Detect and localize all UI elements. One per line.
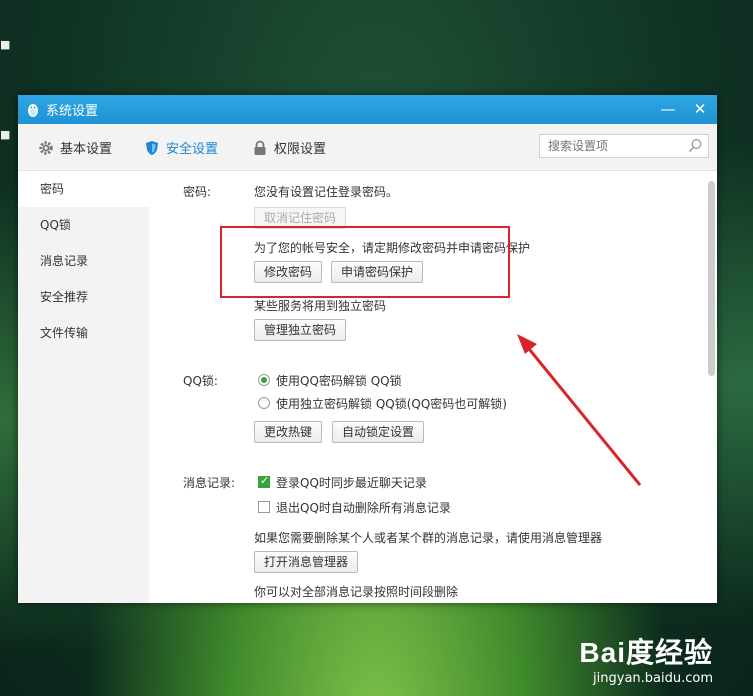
auto-delete-history-checkbox[interactable]	[258, 501, 270, 513]
auto-delete-history-label[interactable]: 退出QQ时自动删除所有消息记录	[276, 499, 451, 516]
settings-sidebar: 密码 QQ锁 消息记录 安全推荐 文件传输	[18, 171, 149, 603]
title-bar[interactable]: 系统设置 — ✕	[18, 95, 717, 124]
qqlock-option-independent-radio[interactable]	[258, 397, 270, 409]
sidebar-item-security-recommend[interactable]: 安全推荐	[18, 279, 149, 315]
tab-label: 权限设置	[274, 142, 327, 157]
open-message-manager-button[interactable]: 打开消息管理器	[254, 551, 359, 573]
scrollbar-thumb[interactable]	[708, 181, 715, 376]
search-input[interactable]	[546, 135, 685, 157]
desktop-icon-fragment[interactable]: ■	[0, 128, 10, 141]
annotation-highlight-box	[220, 226, 510, 298]
time-delete-note: 你可以对全部消息记录按照时间段删除	[254, 585, 459, 599]
tab-label: 安全设置	[166, 142, 219, 157]
qqlock-option-qq-password-label[interactable]: 使用QQ密码解锁 QQ锁	[276, 372, 402, 389]
message-manager-note: 如果您需要删除某个人或者某个群的消息记录，请使用消息管理器	[254, 531, 603, 545]
baidu-jingyan-watermark: Bai度经验 jingyan.baidu.com	[579, 631, 713, 686]
settings-toolbar: 基本设置 安全设置 权限设置	[18, 124, 717, 171]
password-section-label: 密码:	[183, 185, 212, 199]
sidebar-item-message-log[interactable]: 消息记录	[18, 243, 149, 279]
tab-permission-settings[interactable]: 权限设置	[252, 138, 326, 157]
sync-chat-history-checkbox[interactable]	[258, 474, 270, 488]
gear-icon	[39, 140, 53, 155]
search-icon[interactable]	[688, 138, 703, 153]
close-icon[interactable]: ✕	[689, 99, 711, 119]
annotation-arrow	[517, 334, 642, 486]
content-scrollbar[interactable]	[706, 171, 717, 603]
qqlock-section-label: QQ锁:	[183, 374, 218, 388]
watermark-url: jingyan.baidu.com	[593, 671, 713, 686]
minimize-icon[interactable]: —	[657, 99, 679, 119]
qqlock-option-independent-label[interactable]: 使用独立密码解锁 QQ锁(QQ密码也可解锁)	[276, 395, 507, 412]
sidebar-item-file-transfer[interactable]: 文件传输	[18, 315, 149, 351]
auto-lock-settings-button[interactable]: 自动锁定设置	[332, 421, 425, 443]
sidebar-item-password[interactable]: 密码	[18, 171, 149, 207]
qqlock-option-qq-password-radio[interactable]	[258, 374, 270, 386]
manage-independent-password-button[interactable]: 管理独立密码	[254, 319, 347, 341]
msglog-section-label: 消息记录:	[183, 476, 236, 490]
sync-chat-history-label[interactable]: 登录QQ时同步最近聊天记录	[276, 474, 427, 491]
search-box[interactable]	[539, 134, 709, 158]
sidebar-item-qqlock[interactable]: QQ锁	[18, 207, 149, 243]
qq-penguin-icon	[28, 103, 38, 117]
tab-label: 基本设置	[60, 142, 113, 157]
window-title: 系统设置	[46, 104, 99, 119]
tab-security-settings[interactable]: 安全设置	[144, 138, 218, 157]
lock-icon	[254, 140, 266, 155]
shield-icon	[146, 140, 158, 155]
change-hotkey-button[interactable]: 更改热键	[254, 421, 323, 443]
watermark-logo: Bai度经验	[579, 637, 713, 668]
independent-password-note: 某些服务将用到独立密码	[254, 299, 387, 313]
desktop-icon-fragment[interactable]: ■	[0, 38, 10, 51]
password-status-text: 您没有设置记住登录密码。	[254, 185, 399, 199]
tab-basic-settings[interactable]: 基本设置	[38, 138, 112, 157]
